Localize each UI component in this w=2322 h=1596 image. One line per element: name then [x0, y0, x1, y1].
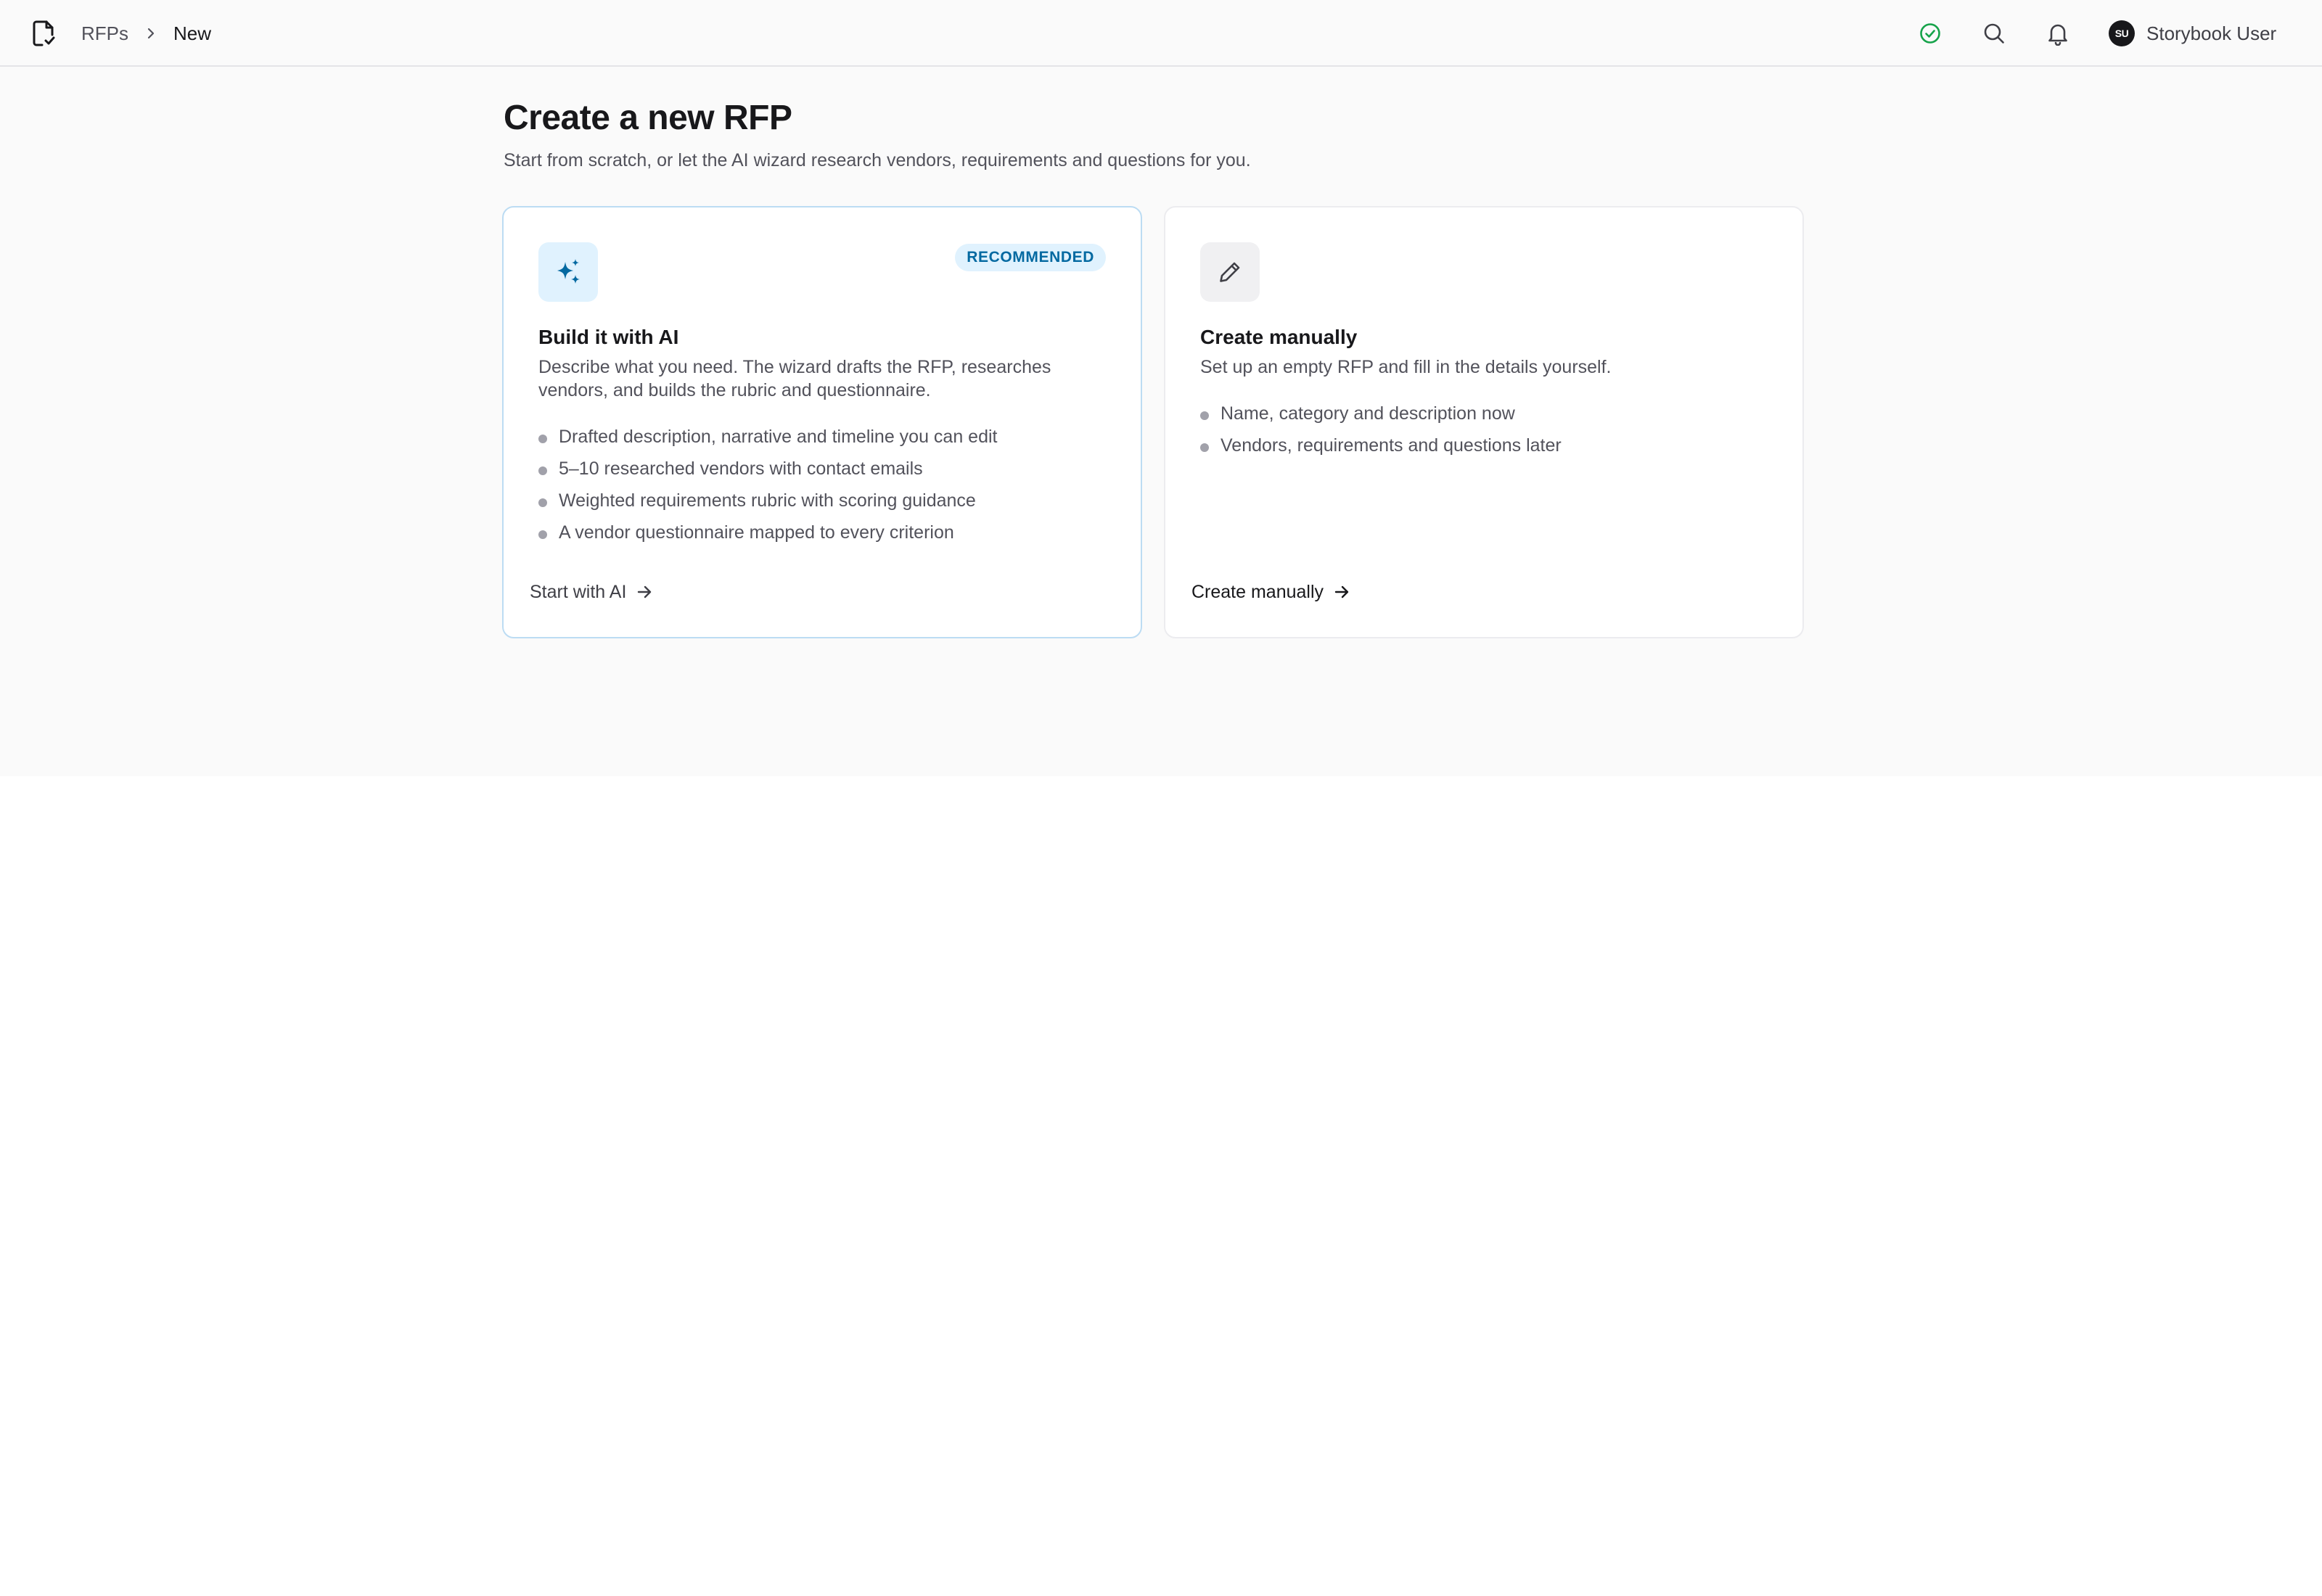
- action-label: Start with AI: [530, 581, 627, 602]
- chevron-right-icon: [147, 28, 155, 39]
- list-item: A vendor questionnaire mapped to every c…: [538, 519, 998, 551]
- list-item: Drafted description, narrative and timel…: [538, 424, 998, 456]
- list-item: 5–10 researched vendors with contact ema…: [538, 456, 998, 488]
- action-label: Create manually: [1191, 581, 1324, 602]
- list-item: Name, category and description now: [1200, 400, 1562, 432]
- create-manually-card[interactable]: Create manually Set up an empty RFP and …: [1164, 206, 1804, 638]
- arrow-right-icon: [638, 585, 652, 598]
- feature-list: Name, category and description now Vendo…: [1200, 400, 1562, 464]
- card-title: Create manually: [1200, 326, 1358, 348]
- start-with-ai-button[interactable]: Start with AI: [530, 576, 654, 608]
- pencil-icon: [1200, 242, 1260, 302]
- app-background: [0, 0, 2322, 776]
- build-with-ai-card[interactable]: RECOMMENDED Build it with AI Describe wh…: [502, 206, 1142, 638]
- card-description: Set up an empty RFP and fill in the deta…: [1200, 357, 1612, 377]
- bell-icon[interactable]: [2043, 19, 2072, 48]
- card-title: Build it with AI: [538, 326, 679, 348]
- recommended-badge: RECOMMENDED: [955, 244, 1106, 271]
- feature-list: Drafted description, narrative and timel…: [538, 424, 998, 551]
- avatar: SU: [2109, 20, 2135, 46]
- search-icon[interactable]: [1980, 19, 2009, 48]
- card-description: Describe what you need. The wizard draft…: [538, 357, 1051, 400]
- page-subtitle: Start from scratch, or let the AI wizard…: [504, 150, 1251, 170]
- sparkles-icon: [538, 242, 598, 302]
- document-check-logo-icon[interactable]: [29, 19, 58, 48]
- breadcrumb-rfps[interactable]: RFPs: [81, 21, 128, 46]
- top-bar: RFPs New SU Storybook User: [0, 0, 2322, 67]
- page-title: Create a new RFP: [504, 99, 792, 137]
- user-menu[interactable]: SU Storybook User: [2109, 19, 2276, 48]
- list-item: Vendors, requirements and questions late…: [1200, 432, 1562, 464]
- breadcrumb: RFPs New: [81, 21, 211, 46]
- arrow-right-icon: [1334, 585, 1349, 598]
- check-circle-icon[interactable]: [1916, 19, 1945, 48]
- create-manually-button[interactable]: Create manually: [1191, 576, 1351, 608]
- list-item: Weighted requirements rubric with scorin…: [538, 488, 998, 519]
- user-name: Storybook User: [2146, 22, 2277, 44]
- breadcrumb-current: New: [173, 22, 212, 44]
